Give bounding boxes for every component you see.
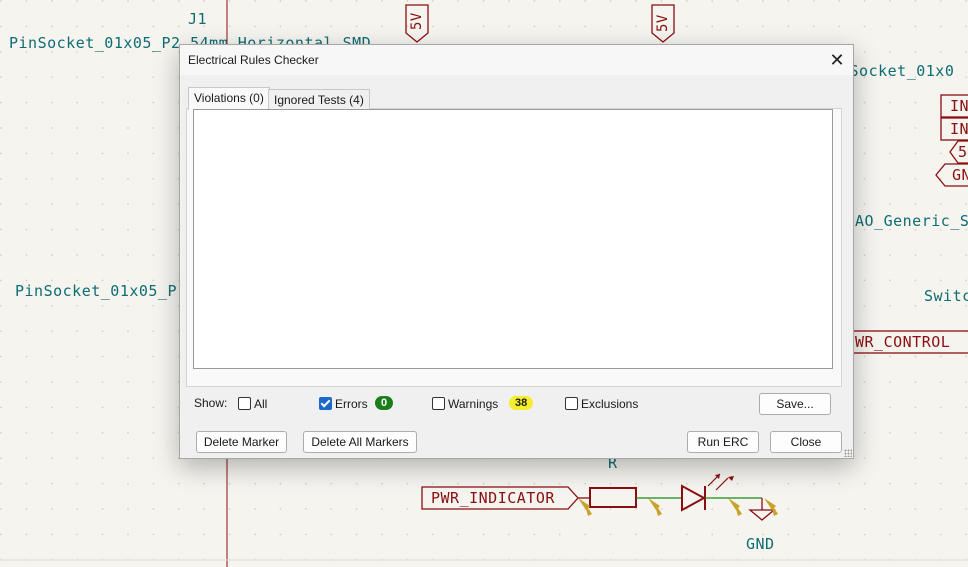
ref-j1: J1 [188, 10, 208, 28]
delete-all-markers-button[interactable]: Delete All Markers [303, 431, 417, 453]
dialog-title: Electrical Rules Checker [188, 53, 319, 67]
filter-warnings-checkbox[interactable] [432, 397, 445, 410]
save-button[interactable]: Save... [759, 393, 831, 415]
filter-errors-checkbox[interactable] [319, 397, 332, 410]
run-erc-button[interactable]: Run ERC [687, 431, 759, 453]
pwr-indicator-label: PWR_INDICATOR [431, 489, 555, 507]
warnings-count-badge: 38 [509, 396, 534, 410]
resize-grip[interactable] [844, 449, 852, 457]
pin-in1-label: IN [950, 97, 968, 115]
footprint-left-label: PinSocket_01x05_P [15, 282, 178, 300]
power-5v-label-a: 5V [409, 12, 425, 30]
pwr-control-label: WR_CONTROL [855, 333, 951, 351]
filter-exclusions-label[interactable]: Exclusions [581, 397, 638, 411]
filter-errors-label[interactable]: Errors [335, 397, 368, 411]
erc-dialog: Electrical Rules Checker ✕ Violations (0… [179, 44, 854, 459]
errors-count-badge: 0 [375, 396, 394, 410]
filter-warnings-label[interactable]: Warnings [448, 397, 498, 411]
close-button[interactable]: Close [770, 431, 842, 453]
switch-label: Switc [924, 287, 968, 305]
filter-exclusions-checkbox[interactable] [565, 397, 578, 410]
show-label: Show: [194, 396, 228, 410]
filter-all-checkbox[interactable] [238, 397, 251, 410]
footprint-right-label: nSocket_01x0 [840, 62, 955, 80]
dialog-titlebar[interactable]: Electrical Rules Checker ✕ [180, 45, 853, 75]
generic-part-label: AO_Generic_S [855, 212, 968, 230]
pin-gn-label: GN [952, 166, 968, 184]
power-5v-label-b: 5V [655, 14, 671, 32]
pin-5-label: 5 [958, 143, 968, 161]
gnd-label: GND [746, 535, 775, 553]
filter-all-label[interactable]: All [254, 397, 267, 411]
close-icon[interactable]: ✕ [823, 47, 851, 73]
violations-list[interactable] [193, 109, 833, 369]
delete-marker-button[interactable]: Delete Marker [196, 431, 287, 453]
tab-violations[interactable]: Violations (0) [188, 87, 270, 110]
pin-in2-label: IN [950, 120, 968, 138]
tab-ignored-tests[interactable]: Ignored Tests (4) [268, 89, 370, 110]
